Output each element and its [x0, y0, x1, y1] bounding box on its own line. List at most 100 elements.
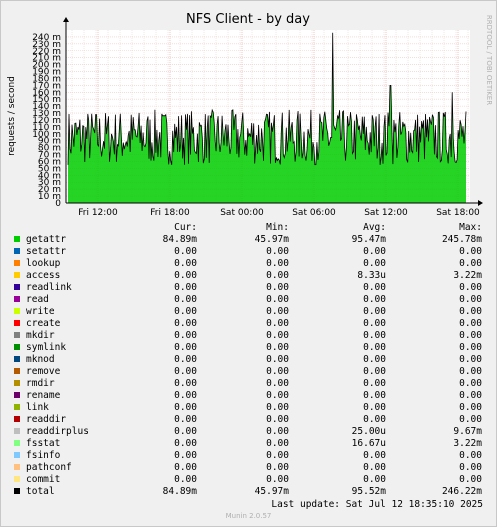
legend-row-setattr: setattr 0.00 0.00 0.00 0.00 [0, 246, 497, 258]
legend-swatch [14, 308, 20, 314]
legend-row-total: total 84.89m 45.97m 95.52m 246.22m [0, 486, 497, 498]
legend-value-avg: 95.52m [351, 486, 386, 497]
legend-value-min: 0.00 [266, 270, 289, 281]
legend-value-max: 0.00 [459, 474, 482, 485]
legend-swatch [14, 236, 20, 242]
legend-value-avg: 95.47m [351, 234, 386, 245]
legend-row-lookup: lookup 0.00 0.00 0.00 0.00 [0, 258, 497, 270]
legend-value-cur: 0.00 [174, 282, 197, 293]
x-tick-label: Sat 12:00 [364, 208, 408, 218]
legend-value-min: 0.00 [266, 354, 289, 365]
legend-value-cur: 0.00 [174, 306, 197, 317]
chart: NFS Client - by day requests / second RR… [7, 12, 493, 218]
legend-value-max: 3.22m [453, 270, 482, 281]
legend-value-min: 0.00 [266, 414, 289, 425]
legend-value-min: 0.00 [266, 330, 289, 341]
legend-value-avg: 25.00u [351, 426, 386, 437]
legend-value-cur: 0.00 [174, 462, 197, 473]
legend-value-min: 45.97m [254, 486, 289, 497]
legend-row-fsinfo: fsinfo 0.00 0.00 0.00 0.00 [0, 450, 497, 462]
legend-value-min: 0.00 [266, 318, 289, 329]
legend-swatch [14, 428, 20, 434]
legend-value-min: 0.00 [266, 426, 289, 437]
legend-name: getattr [26, 234, 67, 245]
legend-value-max: 0.00 [459, 306, 482, 317]
legend-value-cur: 0.00 [174, 450, 197, 461]
legend-name: readdir [26, 414, 67, 425]
legend-value-max: 0.00 [459, 402, 482, 413]
legend-swatch [14, 272, 20, 278]
chart-title: NFS Client - by day [186, 12, 310, 27]
legend-header-min: Min: [266, 222, 289, 233]
legend-name: fsinfo [26, 450, 61, 461]
legend-row-symlink: symlink 0.00 0.00 0.00 0.00 [0, 342, 497, 354]
legend-swatch [14, 416, 20, 422]
legend-row-commit: commit 0.00 0.00 0.00 0.00 [0, 474, 497, 486]
legend-value-cur: 0.00 [174, 258, 197, 269]
legend-row-rmdir: rmdir 0.00 0.00 0.00 0.00 [0, 378, 497, 390]
legend-swatch [14, 476, 20, 482]
legend-value-min: 0.00 [266, 246, 289, 257]
legend-value-max: 9.67m [453, 426, 482, 437]
legend-value-avg: 0.00 [363, 474, 386, 485]
legend-row-link: link 0.00 0.00 0.00 0.00 [0, 402, 497, 414]
legend-swatch [14, 440, 20, 446]
legend-row-rename: rename 0.00 0.00 0.00 0.00 [0, 390, 497, 402]
legend-value-avg: 0.00 [363, 366, 386, 377]
legend-swatch [14, 380, 20, 386]
legend-name: mknod [26, 354, 55, 365]
legend-name: mkdir [26, 330, 55, 341]
x-axis-arrow [478, 200, 483, 206]
x-tick-label: Sat 18:00 [436, 208, 480, 218]
legend-name: readlink [26, 282, 72, 293]
x-tick-label: Fri 12:00 [78, 208, 118, 218]
legend-value-avg: 0.00 [363, 414, 386, 425]
legend-value-max: 246.22m [441, 486, 482, 497]
legend-value-max: 0.00 [459, 294, 482, 305]
legend-value-max: 0.00 [459, 246, 482, 257]
legend-name: commit [26, 474, 61, 485]
legend-value-avg: 0.00 [363, 462, 386, 473]
legend-value-min: 0.00 [266, 294, 289, 305]
legend-value-min: 0.00 [266, 462, 289, 473]
legend-value-cur: 0.00 [174, 438, 197, 449]
y-axis-arrow [63, 17, 69, 22]
legend-value-avg: 0.00 [363, 306, 386, 317]
legend-row-write: write 0.00 0.00 0.00 0.00 [0, 306, 497, 318]
legend-header-avg: Avg: [363, 222, 386, 233]
legend-value-avg: 0.00 [363, 246, 386, 257]
legend-name: rename [26, 390, 61, 401]
legend-value-cur: 0.00 [174, 246, 197, 257]
legend-value-cur: 0.00 [174, 342, 197, 353]
legend-swatch [14, 368, 20, 374]
legend-value-max: 0.00 [459, 366, 482, 377]
legend-swatch [14, 260, 20, 266]
x-tick-label: Fri 18:00 [150, 208, 190, 218]
legend-value-cur: 0.00 [174, 318, 197, 329]
legend-value-max: 0.00 [459, 462, 482, 473]
legend-row-readdir: readdir 0.00 0.00 0.00 0.00 [0, 414, 497, 426]
legend-value-max: 0.00 [459, 342, 482, 353]
legend-value-min: 45.97m [254, 234, 289, 245]
legend-value-min: 0.00 [266, 474, 289, 485]
legend-header-cur: Cur: [174, 222, 197, 233]
legend-value-avg: 0.00 [363, 330, 386, 341]
legend-row-readlink: readlink 0.00 0.00 0.00 0.00 [0, 282, 497, 294]
legend-swatch [14, 452, 20, 458]
legend-value-avg: 0.00 [363, 318, 386, 329]
legend-row-fsstat: fsstat 0.00 0.00 16.67u 3.22m [0, 438, 497, 450]
legend-value-min: 0.00 [266, 306, 289, 317]
legend-value-cur: 0.00 [174, 402, 197, 413]
legend-value-cur: 0.00 [174, 294, 197, 305]
legend-value-avg: 8.33u [357, 270, 386, 281]
legend-swatch [14, 284, 20, 290]
legend-value-min: 0.00 [266, 282, 289, 293]
legend-value-avg: 0.00 [363, 450, 386, 461]
legend-value-min: 0.00 [266, 258, 289, 269]
munin-version: Munin 2.0.57 [225, 512, 272, 520]
legend-value-avg: 0.00 [363, 258, 386, 269]
legend-value-cur: 0.00 [174, 390, 197, 401]
legend-value-avg: 0.00 [363, 294, 386, 305]
legend-name: readdirplus [26, 426, 89, 437]
legend-value-cur: 0.00 [174, 378, 197, 389]
